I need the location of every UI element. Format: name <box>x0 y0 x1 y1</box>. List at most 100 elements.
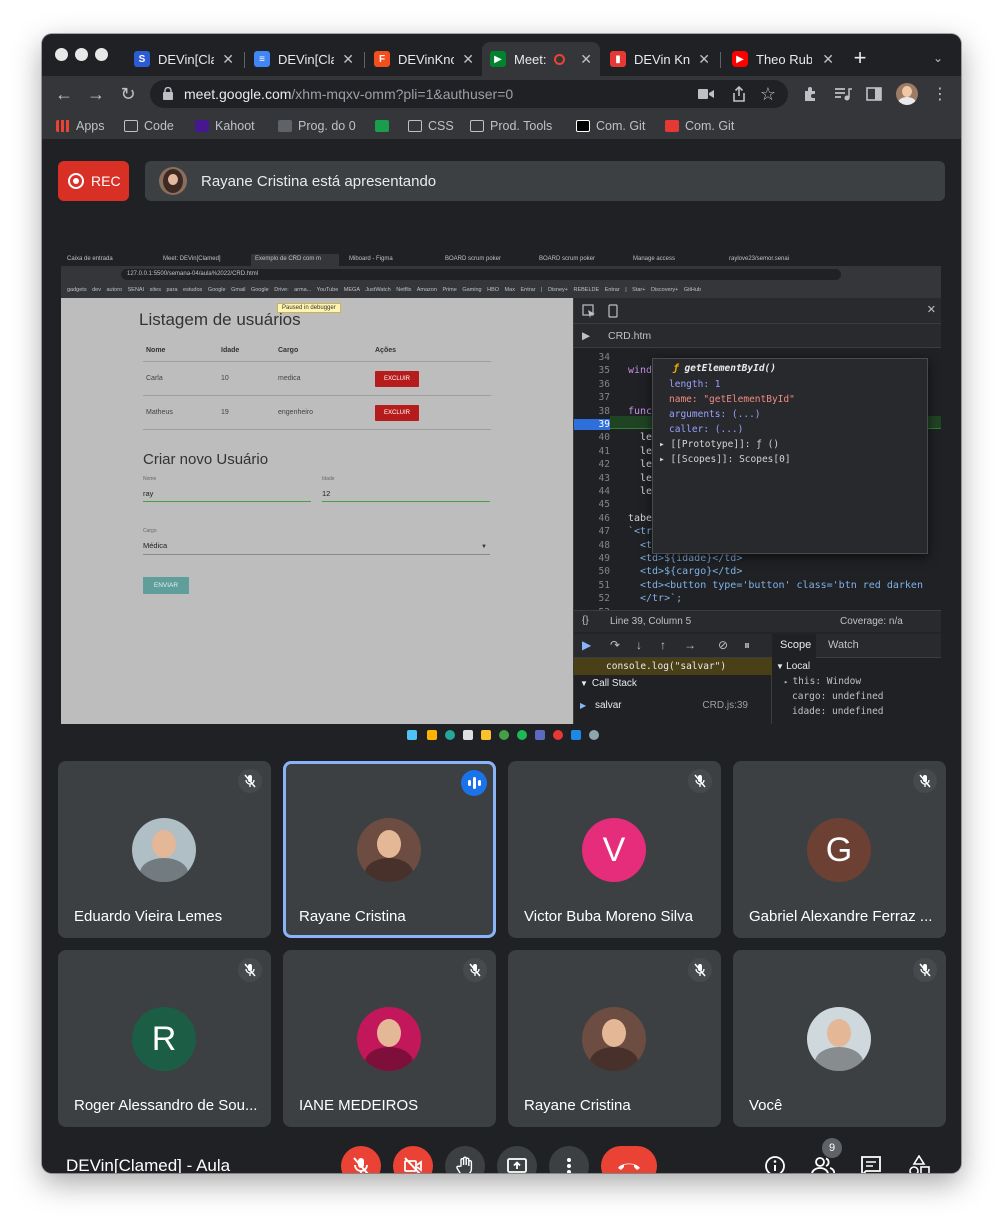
participant-tile[interactable]: V Victor Buba Moreno Silva <box>508 761 721 938</box>
navigator-toggle-icon[interactable]: ▶ <box>582 330 590 342</box>
more-menu-icon[interactable]: ⋮ <box>928 82 952 106</box>
minimize-window-dot[interactable] <box>75 48 88 61</box>
enviar-button[interactable]: ENVIAR <box>143 577 189 594</box>
participant-tile[interactable]: IANE MEDEIROS <box>283 950 496 1127</box>
extensions-icon[interactable] <box>802 86 818 102</box>
bookmark-prog-do-0[interactable]: Prog. do 0 <box>278 117 356 135</box>
line-number[interactable]: 43 <box>574 473 610 484</box>
close-tab-icon[interactable]: ✕ <box>698 51 710 68</box>
nome-field[interactable]: Nome ray <box>143 476 311 502</box>
close-tab-icon[interactable]: ✕ <box>462 51 474 68</box>
bookmark-kahoot[interactable]: Kahoot <box>195 117 255 135</box>
participant-tile[interactable]: G Gabriel Alexandre Ferraz ... <box>733 761 946 938</box>
resume-icon[interactable]: ▶ <box>582 638 591 652</box>
device-toggle-icon[interactable] <box>606 304 620 318</box>
line-number[interactable]: 46 <box>574 513 610 524</box>
bookmark-prod-tools[interactable]: Prod. Tools <box>470 117 552 135</box>
file-tab[interactable]: CRD.htm <box>608 330 651 342</box>
forward-icon[interactable]: → <box>84 82 108 106</box>
address-bar[interactable]: meet.google.com/xhm-mqxv-omm?pli=1&authu… <box>150 80 788 108</box>
browser-tab-3[interactable]: F DEVinKno ✕ <box>366 42 482 76</box>
participant-tile[interactable]: Rayane Cristina <box>508 950 721 1127</box>
close-window-dot[interactable] <box>55 48 68 61</box>
share-icon[interactable] <box>732 86 746 102</box>
cargo-select[interactable]: Cargo Médica ▼ <box>143 528 490 555</box>
present-screen-button[interactable] <box>497 1146 537 1173</box>
line-number[interactable]: 45 <box>574 499 610 510</box>
line-number[interactable]: 49 <box>574 553 610 564</box>
close-devtools-icon[interactable]: ✕ <box>927 303 936 316</box>
bookmark-code[interactable]: Code <box>124 117 174 135</box>
back-icon[interactable]: ← <box>52 82 76 106</box>
line-number[interactable]: 44 <box>574 486 610 497</box>
participant-tile[interactable]: Você <box>733 950 946 1127</box>
step-out-icon[interactable]: ↑ <box>660 638 666 652</box>
participant-tile[interactable]: Eduardo Vieira Lemes <box>58 761 271 938</box>
line-number[interactable]: 51 <box>574 580 610 591</box>
profile-avatar[interactable] <box>896 83 918 105</box>
line-number[interactable]: 47 <box>574 526 610 537</box>
line-number[interactable]: 36 <box>574 379 610 390</box>
excluir-button[interactable]: EXCLUIR <box>375 404 420 421</box>
pretty-print-icon[interactable]: {} <box>582 615 589 626</box>
participant-tile[interactable]: R Roger Alessandro de Sou... <box>58 950 271 1127</box>
maximize-window-dot[interactable] <box>95 48 108 61</box>
media-queue-icon[interactable] <box>834 86 852 102</box>
step-over-icon[interactable]: ↷ <box>610 638 620 652</box>
participant-tile[interactable]: Rayane Cristina <box>283 761 496 938</box>
call-stack-header[interactable]: ▼ Call Stack <box>574 678 772 689</box>
new-tab-icon[interactable]: + <box>848 45 872 70</box>
tab-watch[interactable]: Watch <box>828 639 859 651</box>
tab-search-chevron-icon[interactable]: ⌄ <box>926 46 950 70</box>
idade-field[interactable]: Idade 12 <box>322 476 490 502</box>
step-into-icon[interactable]: ↓ <box>636 638 642 652</box>
step-icon[interactable]: → <box>684 638 696 652</box>
line-number[interactable]: 40 <box>574 432 610 443</box>
deactivate-breakpoints-icon[interactable]: ⊘ <box>718 638 728 652</box>
browser-tab-meet[interactable]: ▶ Meet: ✕ <box>482 42 600 76</box>
line-number[interactable]: 35 <box>574 365 610 376</box>
call-frame[interactable]: ▶ salvar CRD.js:39 <box>574 700 772 711</box>
close-tab-icon[interactable]: ✕ <box>342 51 354 68</box>
line-number[interactable]: 42 <box>574 459 610 470</box>
close-tab-icon[interactable]: ✕ <box>222 51 234 68</box>
bookmark-com-git-1[interactable]: Com. Git <box>576 117 645 135</box>
bookmark-w[interactable] <box>375 117 395 135</box>
close-tab-icon[interactable]: ✕ <box>822 51 834 68</box>
meeting-info-button[interactable] <box>761 1152 789 1173</box>
pause-exceptions-icon[interactable]: ⏸ <box>744 638 750 653</box>
line-number[interactable]: 39 <box>574 419 610 430</box>
line-number[interactable]: 48 <box>574 540 610 551</box>
inner-url: 127.0.0.1:5500/semana-04/aula%2022/CRD.h… <box>121 269 841 280</box>
tab-scope[interactable]: Scope <box>772 634 816 658</box>
line-number[interactable]: 50 <box>574 566 610 577</box>
bookmark-css[interactable]: CSS <box>408 117 454 135</box>
star-icon[interactable]: ☆ <box>756 82 780 106</box>
bookmark-com-git-2[interactable]: Com. Git <box>665 117 734 135</box>
browser-tab-5[interactable]: ▮ DEVin Kn ✕ <box>602 42 718 76</box>
leave-call-button[interactable] <box>601 1146 657 1173</box>
chat-button[interactable] <box>857 1152 885 1173</box>
line-number[interactable]: 52 <box>574 593 610 604</box>
code-line: <td>${idade}</td> <box>640 553 743 564</box>
reload-icon[interactable]: ↻ <box>116 82 140 106</box>
excluir-button[interactable]: EXCLUIR <box>375 370 420 387</box>
more-options-button[interactable] <box>549 1146 589 1173</box>
line-number[interactable]: 37 <box>574 392 610 403</box>
camera-icon[interactable] <box>698 88 714 100</box>
line-number[interactable]: 41 <box>574 446 610 457</box>
browser-tab-1[interactable]: S DEVin[Cla ✕ <box>126 42 242 76</box>
browser-tab-2[interactable]: ≡ DEVin[Cla ✕ <box>246 42 362 76</box>
browser-tab-6[interactable]: ▶ Theo Rub ✕ <box>724 42 842 76</box>
inspect-icon[interactable] <box>582 304 596 318</box>
activities-button[interactable] <box>905 1152 933 1173</box>
close-tab-icon[interactable]: ✕ <box>580 51 592 68</box>
scope-local[interactable]: ▼ Local <box>776 661 810 672</box>
side-panel-icon[interactable] <box>866 86 882 102</box>
camera-off-button[interactable] <box>393 1146 433 1173</box>
line-number[interactable]: 38 <box>574 406 610 417</box>
line-number[interactable]: 34 <box>574 352 610 363</box>
mic-off-button[interactable] <box>341 1146 381 1173</box>
raise-hand-button[interactable] <box>445 1146 485 1173</box>
bookmark-apps[interactable]: Apps <box>56 117 105 135</box>
